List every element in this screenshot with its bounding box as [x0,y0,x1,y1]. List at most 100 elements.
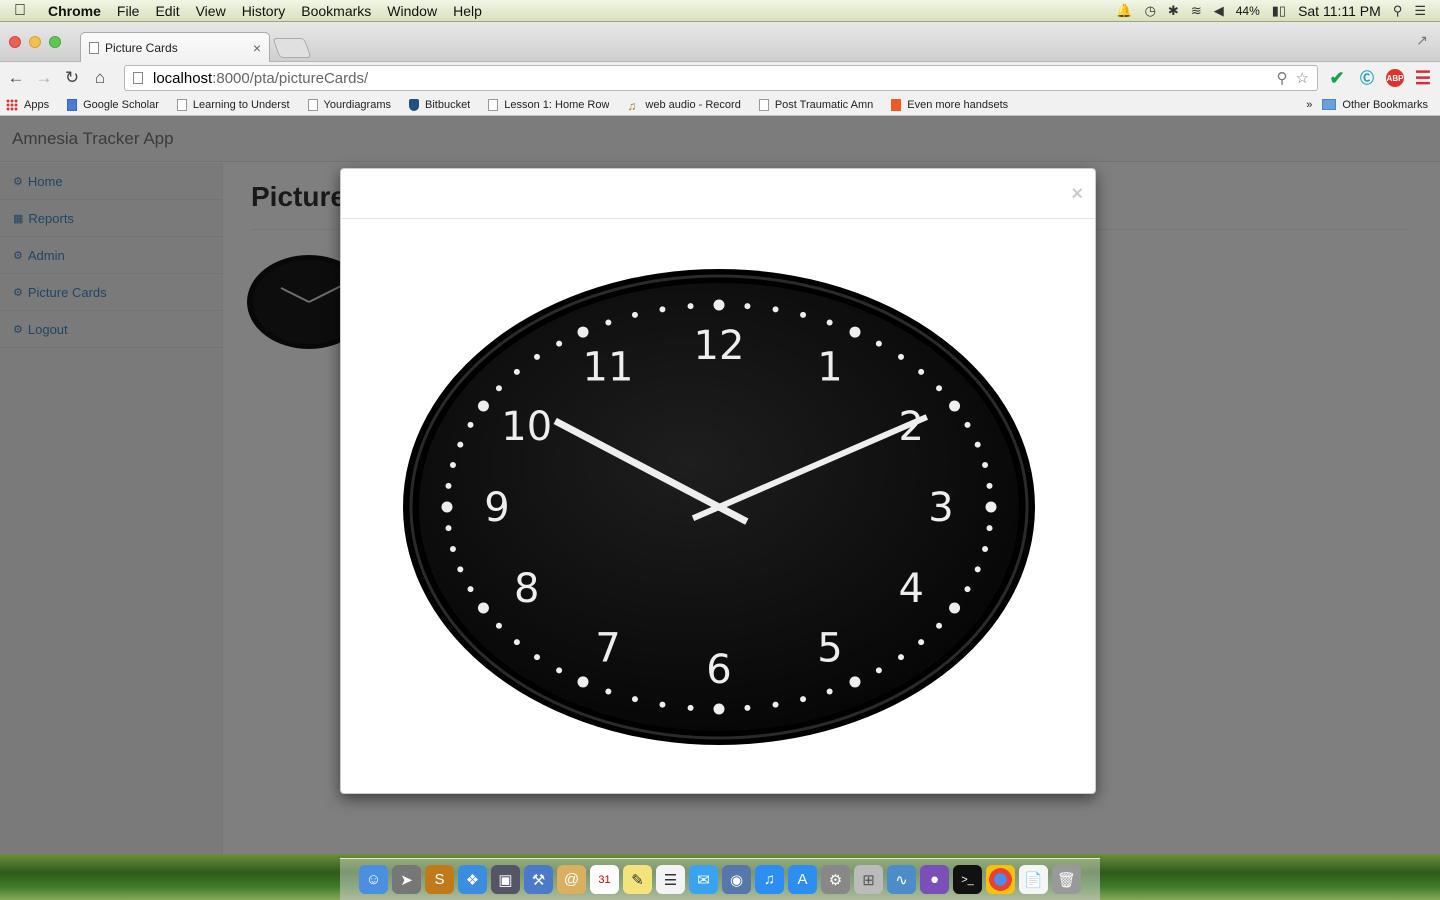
forward-button[interactable]: → [34,68,54,88]
contacts-icon[interactable]: @ [557,865,586,894]
c-extension-icon[interactable]: Ⓒ [1356,67,1378,89]
clock-numeral: 6 [706,647,731,693]
modal-close-button[interactable]: × [1071,183,1083,206]
hour-dot [949,602,961,614]
minute-dot [974,441,981,448]
calculator-icon[interactable]: ⊞ [854,865,883,894]
apple-icon[interactable]:  [0,2,40,20]
menu-history[interactable]: History [234,3,294,19]
new-tab-button[interactable] [272,38,312,58]
menu-window[interactable]: Window [379,3,445,19]
bluetooth-icon[interactable]: ✱ [1168,3,1179,19]
minute-dot [687,303,694,310]
minute-dot [659,306,666,313]
hour-dot [949,400,961,412]
sublime-text-icon[interactable]: S [425,865,454,894]
adblock-plus-icon[interactable]: ABP [1386,69,1404,87]
bookmark-google-scholar[interactable]: Google Scholar [67,98,159,111]
search-icon[interactable]: ⚲ [1277,69,1288,87]
bookmark-learning[interactable]: Learning to Underst [176,98,290,111]
battery-percent[interactable]: 44% [1236,4,1260,18]
system-preferences-icon[interactable]: ⚙ [821,865,850,894]
bookmark-bitbucket[interactable]: Bitbucket [409,98,470,111]
minimize-window-button[interactable] [29,36,41,48]
clock-numeral: 7 [595,625,620,671]
chrome-menu-icon[interactable]: ☰ [1412,67,1434,89]
messages-icon[interactable]: ✉ [689,865,718,894]
time-machine-icon[interactable]: ◷ [1145,3,1156,19]
chrome-icon[interactable] [986,865,1015,894]
launchpad-icon[interactable]: ➤ [392,865,421,894]
minute-dot [445,482,452,489]
address-bar[interactable]: localhost:8000/pta/pictureCards/ ⚲ ☆ [124,65,1318,91]
minute-dot [826,319,833,326]
minute-dot [659,701,666,708]
bookmark-label: Lesson 1: Home Row [504,98,610,111]
trash-icon[interactable]: 🗑 [1052,865,1081,894]
menu-edit[interactable]: Edit [147,3,187,19]
bookmark-star-icon[interactable]: ☆ [1296,69,1309,87]
bookmark-lesson[interactable]: Lesson 1: Home Row [488,98,610,111]
notification-bell-icon[interactable]: 🔔 [1116,3,1132,19]
close-window-button[interactable] [9,36,21,48]
app-store-icon[interactable]: A [788,865,817,894]
site-icon [891,98,902,111]
xcode-icon[interactable]: ⚒ [524,865,553,894]
minute-dot [974,566,981,573]
page-icon [758,98,769,111]
bookmark-handsets[interactable]: Even more handsets [891,98,1008,111]
minute-dot [605,319,612,326]
fullscreen-icon[interactable]: ↗ [1416,32,1428,49]
menu-file[interactable]: File [109,3,148,19]
hour-dot [985,501,997,513]
volume-icon[interactable]: ◀ [1214,3,1224,19]
terminal-icon[interactable]: >_ [953,865,982,894]
clock-numeral: 11 [583,345,634,391]
bookmark-yourdiagrams[interactable]: Yourdiagrams [307,98,391,111]
notification-center-icon[interactable]: ☰ [1414,3,1426,19]
page-viewport: Amnesia Tracker App ⚙Home ▦Reports ⚙Admi… [0,116,1440,854]
window-controls [9,36,61,48]
menu-help[interactable]: Help [445,3,490,19]
menu-bookmarks[interactable]: Bookmarks [293,3,379,19]
tab-close-icon[interactable]: × [253,40,261,56]
other-bookmarks[interactable]: Other Bookmarks [1322,99,1428,111]
calendar-icon[interactable]: 31 [590,865,619,894]
bookmarks-overflow-chevron[interactable]: » [1306,99,1312,111]
menu-view[interactable]: View [188,3,234,19]
battery-icon[interactable]: ▮▯ [1272,3,1286,19]
bookmark-label: Post Traumatic Amn [774,98,874,111]
home-button[interactable]: ⌂ [90,68,110,88]
notes-icon[interactable]: ✎ [623,865,652,894]
finder-icon[interactable]: ☺ [359,865,388,894]
itunes-icon[interactable]: ♫ [755,865,784,894]
minute-dot [457,566,464,573]
facetime-icon[interactable]: ◉ [722,865,751,894]
tab-picture-cards[interactable]: Picture Cards × [80,32,270,62]
minute-dot [772,701,779,708]
reminders-icon[interactable]: ☰ [656,865,685,894]
wifi-icon[interactable]: ≋ [1191,3,1202,19]
page-info-icon[interactable] [133,72,143,84]
minute-dot [449,545,456,552]
menu-app[interactable]: Chrome [40,3,109,19]
menubar-clock[interactable]: Sat 11:11 PM [1298,3,1381,19]
omnibox-actions: ⚲ ☆ [1277,69,1309,87]
safari-icon[interactable]: ❖ [458,865,487,894]
bookmark-apps[interactable]: Apps [6,98,49,111]
bookmark-web-audio[interactable]: ♫ web audio - Record [627,99,740,111]
photo-booth-icon[interactable]: ▣ [491,865,520,894]
eclipse-icon[interactable]: ● [920,865,949,894]
minute-dot [982,545,989,552]
clock-picture: 121234567891011 [403,269,1035,745]
checkmark-extension-icon[interactable]: ✔ [1326,67,1348,89]
tab-strip: Picture Cards × ↗ [0,22,1440,62]
reload-button[interactable]: ↻ [62,68,82,88]
zoom-window-button[interactable] [49,36,61,48]
activity-monitor-icon[interactable]: ∿ [887,865,916,894]
spotlight-search-icon[interactable]: ⚲ [1393,3,1403,19]
back-button[interactable]: ← [6,68,26,88]
minute-dot [605,688,612,695]
documents-stack-icon[interactable]: 📄 [1019,865,1048,894]
bookmark-post-traumatic[interactable]: Post Traumatic Amn [758,98,874,111]
